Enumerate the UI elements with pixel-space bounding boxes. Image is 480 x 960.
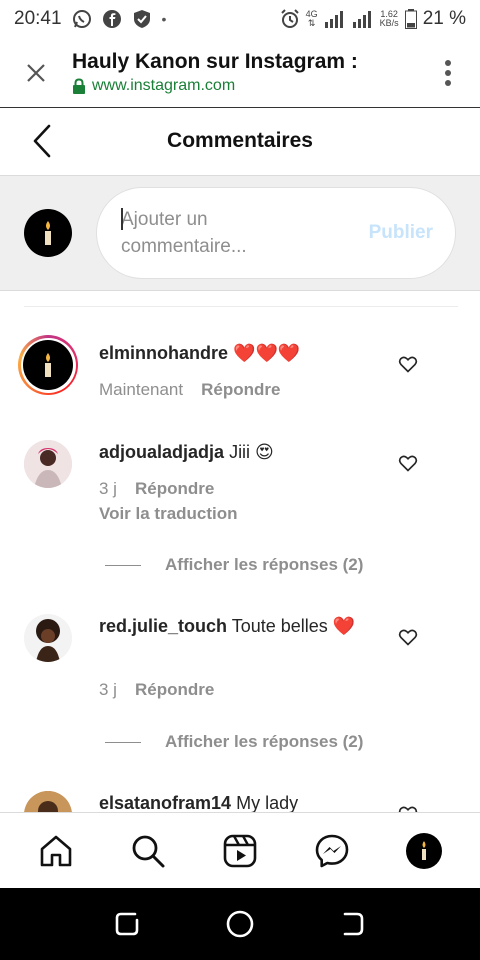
nav-reels[interactable]	[210, 821, 270, 881]
close-icon	[27, 63, 45, 82]
nav-profile[interactable]	[394, 821, 454, 881]
network-type: 4G ⇅	[305, 9, 318, 28]
comment-time: 3 j	[99, 479, 117, 498]
comment-text: red.julie_touch Toute belles ❤️	[99, 613, 379, 640]
page-title: Hauly Kanon sur Instagram :	[72, 50, 358, 73]
status-bar: 20:41 • 4G ⇅ 1.62 KB/s 21 %	[0, 0, 480, 38]
person-photo-icon	[24, 791, 72, 812]
heart-icon[interactable]	[398, 354, 418, 374]
shield-check-icon	[132, 9, 152, 29]
comment-time: Maintenant	[99, 380, 184, 399]
text-caret	[121, 208, 123, 230]
back-button[interactable]	[0, 108, 84, 174]
comments-header: Commentaires	[0, 108, 480, 174]
browser-menu-button[interactable]	[416, 38, 480, 108]
custom-tab-bar: Hauly Kanon sur Instagram : www.instagra…	[0, 38, 480, 108]
avatar[interactable]	[24, 614, 72, 662]
home-circle-icon	[226, 910, 254, 938]
comment-avatar-story-ring[interactable]	[18, 335, 78, 395]
system-nav-bar	[0, 888, 480, 960]
publish-button[interactable]: Publier	[369, 222, 433, 244]
bottom-nav	[0, 812, 480, 888]
search-icon	[132, 835, 165, 867]
more-vertical-icon	[445, 59, 451, 86]
reply-button[interactable]: Répondre	[201, 380, 280, 400]
comment-content: Toute belles ❤️	[231, 616, 356, 636]
messenger-icon	[315, 834, 349, 867]
comment-content: ❤️❤️❤️	[233, 343, 301, 363]
status-time: 20:41	[14, 8, 62, 29]
recents-icon	[115, 912, 138, 936]
comment-meta: 3 j Répondre	[99, 479, 214, 499]
view-replies-label: Afficher les réponses (2)	[165, 732, 364, 751]
notification-dot-icon: •	[161, 11, 167, 27]
nav-home[interactable]	[26, 821, 86, 881]
replies-rule	[105, 741, 141, 743]
comment-content: Jiii 😍	[229, 442, 274, 462]
page-info: Hauly Kanon sur Instagram : www.instagra…	[72, 50, 416, 95]
back-system-button[interactable]	[323, 894, 383, 954]
comment-text: adjoualadjadja Jiii 😍	[99, 439, 379, 466]
home-button[interactable]	[210, 894, 270, 954]
candle-icon	[45, 221, 51, 245]
url-text: www.instagram.com	[92, 77, 236, 94]
data-speed: 1.62 KB/s	[379, 9, 399, 28]
home-icon	[40, 835, 72, 866]
view-replies-button[interactable]: Afficher les réponses (2)	[105, 732, 363, 752]
reply-button[interactable]: Répondre	[135, 680, 214, 700]
view-replies-label: Afficher les réponses (2)	[165, 555, 364, 574]
comment-meta: Maintenant Répondre	[99, 380, 280, 400]
battery-icon	[404, 9, 417, 29]
heart-icon[interactable]	[398, 627, 418, 647]
my-avatar	[24, 209, 72, 257]
reels-icon	[223, 834, 257, 867]
whatsapp-icon	[72, 9, 92, 29]
reply-button[interactable]: Répondre	[135, 479, 214, 499]
page-url: www.instagram.com	[72, 77, 416, 95]
recents-button[interactable]	[97, 894, 157, 954]
signal-icon	[324, 10, 346, 28]
candle-icon	[45, 353, 51, 377]
candle-icon	[422, 840, 426, 860]
see-translation-button[interactable]: Voir la traduction	[99, 504, 238, 524]
chevron-left-icon	[33, 124, 51, 158]
nav-search[interactable]	[118, 821, 178, 881]
comment-input[interactable]: Ajouter un commentaire... Publier	[96, 187, 456, 279]
replies-rule	[105, 564, 141, 566]
avatar[interactable]	[24, 440, 72, 488]
avatar[interactable]	[24, 791, 72, 812]
comments-list: elminnohandre ❤️❤️❤️ Maintenant Répondre…	[0, 307, 480, 812]
comment-placeholder: Ajouter un commentaire...	[121, 208, 247, 257]
heart-icon[interactable]	[398, 453, 418, 473]
battery-level: 21 %	[422, 8, 466, 29]
comment-meta: 3 j Répondre	[99, 680, 214, 700]
view-replies-button[interactable]: Afficher les réponses (2)	[105, 555, 363, 575]
avatar	[23, 340, 73, 390]
signal-icon-2	[352, 10, 374, 28]
comment-username[interactable]: elsatanofram14	[99, 793, 231, 812]
comment-username[interactable]: elminnohandre	[99, 343, 228, 363]
comment-text: elsatanofram14 My lady	[99, 790, 379, 812]
comment-text: elminnohandre ❤️❤️❤️	[99, 340, 379, 367]
comment-content: My lady	[236, 793, 299, 812]
comment-composer: Ajouter un commentaire... Publier	[0, 175, 480, 291]
lock-icon	[73, 78, 85, 94]
heart-icon[interactable]	[398, 804, 418, 812]
profile-avatar	[406, 832, 442, 869]
comment-username[interactable]: adjoualadjadja	[99, 442, 224, 462]
person-photo-icon	[24, 440, 72, 488]
alarm-icon	[280, 9, 300, 29]
close-tab-button[interactable]	[0, 38, 72, 108]
comment-time: 3 j	[99, 680, 117, 699]
facebook-icon	[102, 9, 122, 29]
nav-messenger[interactable]	[302, 821, 362, 881]
person-photo-icon	[24, 614, 72, 662]
comment-username[interactable]: red.julie_touch	[99, 616, 227, 636]
back-icon	[344, 912, 364, 936]
